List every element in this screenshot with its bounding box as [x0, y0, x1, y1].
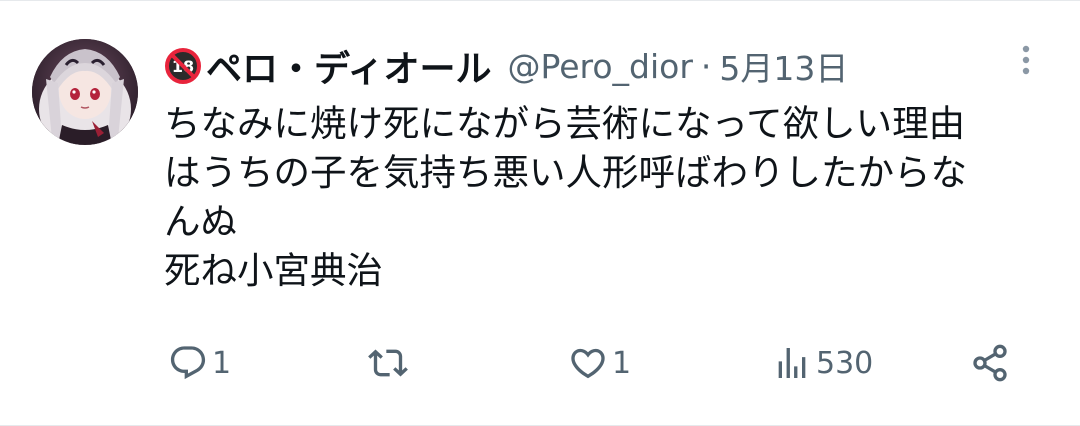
retweet-button[interactable]: [368, 336, 412, 390]
views-button[interactable]: 530: [772, 336, 873, 390]
like-button[interactable]: 1: [568, 336, 631, 390]
share-icon: [973, 344, 1007, 382]
display-name[interactable]: ペロ・ディオール: [206, 40, 491, 92]
reply-count: 1: [212, 345, 232, 381]
retweet-icon: [368, 349, 408, 377]
user-handle[interactable]: @Pero_dior: [507, 47, 692, 86]
views-count: 530: [816, 345, 874, 381]
share-button[interactable]: [970, 336, 1010, 390]
heart-icon: [571, 348, 605, 379]
reply-icon: [170, 346, 206, 380]
no-under-18-icon: 18: [165, 48, 201, 84]
tweet-card[interactable]: 18 ペロ・ディオール @Pero_dior · 5月13日 ちなみに焼け死にな…: [0, 0, 1080, 426]
tweet-text: ちなみに焼け死にながら芸術になって欲しい理由 はうちの子を気持ち悪い人形呼ばわり…: [164, 102, 967, 292]
tweet-date[interactable]: 5月13日: [719, 42, 848, 90]
avatar[interactable]: [32, 39, 138, 145]
separator-dot: ·: [700, 46, 712, 86]
reply-button[interactable]: 1: [168, 336, 231, 390]
views-icon: [778, 348, 806, 378]
more-vertical-icon[interactable]: [1014, 43, 1038, 79]
like-count: 1: [612, 345, 632, 381]
tweet-header: 18 ペロ・ディオール @Pero_dior · 5月13日: [164, 41, 848, 91]
action-bar: 1 1 530: [164, 336, 1024, 390]
